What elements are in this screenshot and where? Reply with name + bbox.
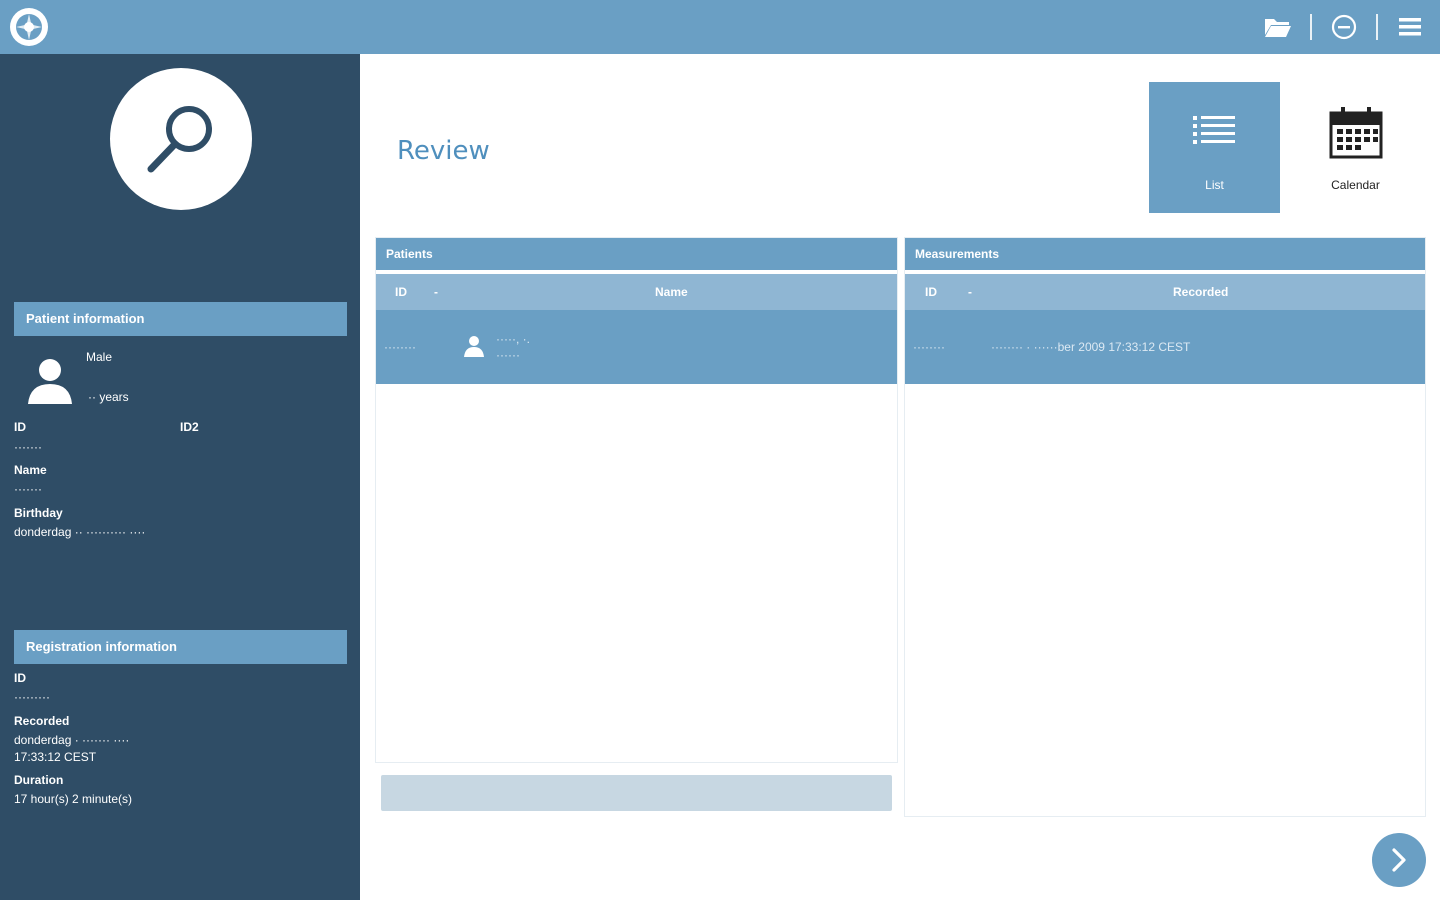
registration-duration-value: 17 hour(s) 2 minute(s): [14, 792, 133, 806]
patient-name-label: Name: [14, 463, 47, 477]
patient-birthday-label: Birthday: [14, 506, 63, 520]
calendar-view-button[interactable]: Calendar: [1290, 82, 1421, 213]
calendar-view-label: Calendar: [1331, 178, 1380, 192]
measurement-row-id: ········: [913, 340, 945, 354]
sort-indicator-icon[interactable]: -: [968, 285, 972, 299]
measurements-panel: Measurements ID - Recorded ········ ····…: [904, 237, 1426, 817]
top-bar: [0, 0, 1440, 54]
patient-row-name-second: ······: [496, 348, 520, 362]
list-icon: [1192, 106, 1237, 158]
patient-name-value: ·······: [14, 482, 42, 496]
registration-recorded-value: donderdag · ······· ····: [14, 733, 130, 747]
app-logo-icon: [10, 8, 48, 46]
registration-information-header: Registration information: [14, 630, 347, 664]
registration-id-value: ·········: [14, 690, 50, 704]
sort-indicator-icon[interactable]: -: [434, 285, 438, 299]
patient-row-name: ·····, ·.: [496, 332, 530, 346]
minus-circle-icon[interactable]: [1328, 11, 1360, 43]
measurement-row-recorded: ········ · ······ber 2009 17:33:12 CEST: [991, 340, 1191, 354]
patients-col-name[interactable]: Name: [655, 285, 688, 299]
patients-column-header: ID - Name: [376, 274, 897, 310]
patient-row-id: ········: [384, 340, 416, 354]
measurements-panel-title: Measurements: [905, 238, 1425, 270]
registration-recorded-label: Recorded: [14, 714, 70, 728]
patients-panel-title: Patients: [376, 238, 897, 270]
toolbar-divider: [1310, 14, 1312, 40]
registration-id-label: ID: [14, 671, 26, 685]
magnifier-icon: [110, 68, 252, 210]
table-row[interactable]: ········ ·····, ·. ······: [376, 310, 897, 384]
patients-col-id[interactable]: ID: [395, 285, 407, 299]
calendar-icon: [1329, 106, 1383, 159]
chevron-right-icon: [1392, 848, 1406, 872]
patient-id2-label: ID2: [180, 420, 199, 434]
list-view-button[interactable]: List: [1149, 82, 1280, 213]
measurements-column-header: ID - Recorded: [905, 274, 1425, 310]
page-title: Review: [397, 136, 490, 166]
patient-birthday-value: donderdag ·· ·········· ····: [14, 525, 146, 539]
menu-icon[interactable]: [1394, 11, 1426, 43]
patient-information-header: Patient information: [14, 302, 347, 336]
registration-recorded-time: 17:33:12 CEST: [14, 750, 97, 764]
measurements-col-recorded[interactable]: Recorded: [1173, 285, 1228, 299]
list-view-label: List: [1205, 178, 1224, 192]
patient-sex: Male: [86, 350, 113, 364]
patients-panel: Patients ID - Name ········ ·····, ·. ··…: [375, 237, 898, 763]
patient-id-label: ID: [14, 420, 26, 434]
table-row[interactable]: ········ ········ · ······ber 2009 17:33…: [905, 310, 1425, 384]
folder-open-icon[interactable]: [1262, 11, 1294, 43]
patient-id-value: ·······: [14, 440, 42, 454]
next-button[interactable]: [1372, 833, 1426, 887]
progress-bar: [381, 775, 892, 811]
measurements-col-id[interactable]: ID: [925, 285, 937, 299]
patient-age: ·· years: [88, 390, 129, 404]
patient-avatar-icon: [22, 354, 78, 406]
patient-row-avatar-icon: [462, 334, 486, 361]
toolbar-divider: [1376, 14, 1378, 40]
registration-duration-label: Duration: [14, 773, 64, 787]
sidebar: Patient information Male ·· years ID ID2…: [0, 54, 360, 900]
